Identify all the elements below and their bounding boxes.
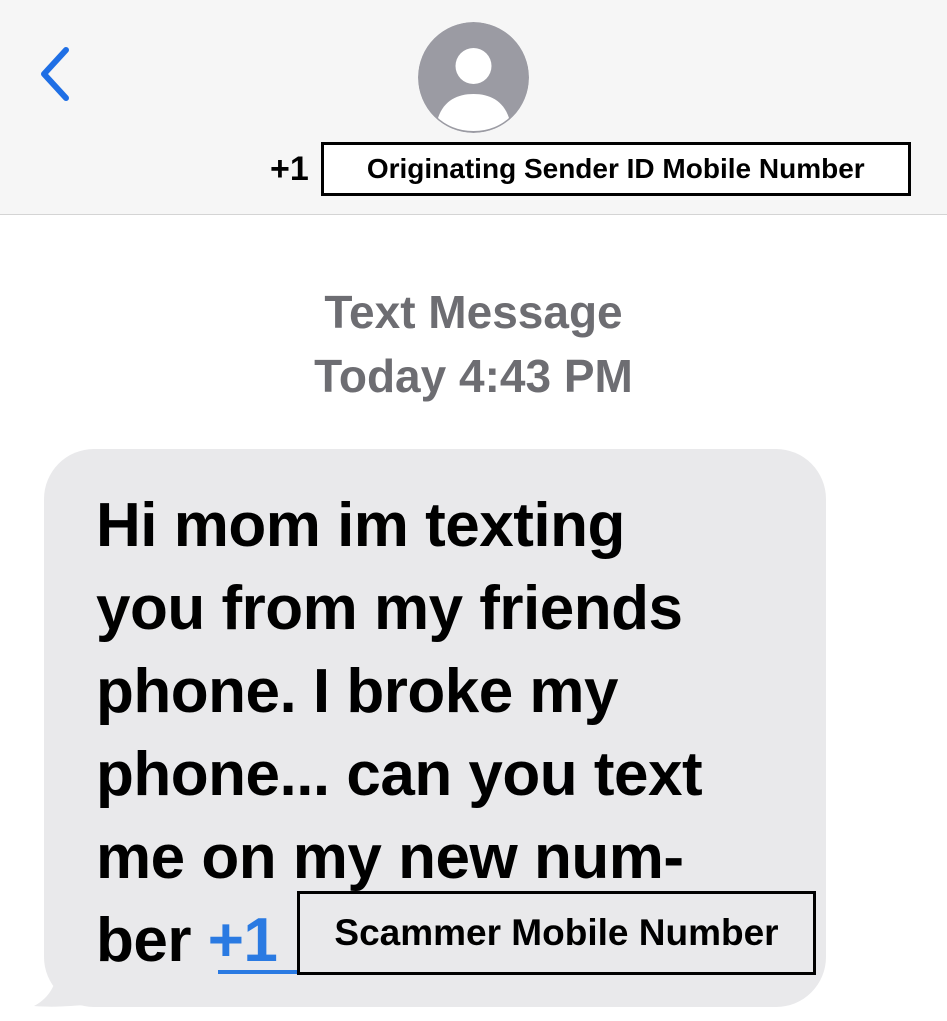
thread-meta: Text Message Today 4:43 PM [0,280,947,408]
message-type-label: Text Message [324,286,623,338]
message-line: me on my new num- [96,823,684,892]
message-timestamp: Today 4:43 PM [314,350,633,402]
message-line: phone. I broke my [96,657,619,726]
sender-number-redaction-box: Originating Sender ID Mobile Number [320,142,911,196]
back-button[interactable] [30,42,80,106]
message-line: Hi mom im texting [96,491,625,560]
sender-id-row: +1 Originating Sender ID Mobile Number [270,140,911,198]
sender-country-code: +1 [270,150,309,188]
message-line: you from my friends [96,574,683,643]
conversation-header: +1 Originating Sender ID Mobile Number [0,0,947,215]
contact-avatar[interactable] [418,22,529,133]
chevron-left-icon [41,47,69,101]
message-line: phone... can you text [96,740,703,809]
message-last-word: ber [96,906,191,975]
scammer-number-redaction-box: Scammer Mobile Number [297,891,816,975]
phone-link-prefix[interactable]: +1 [208,906,278,975]
person-icon [418,22,529,133]
